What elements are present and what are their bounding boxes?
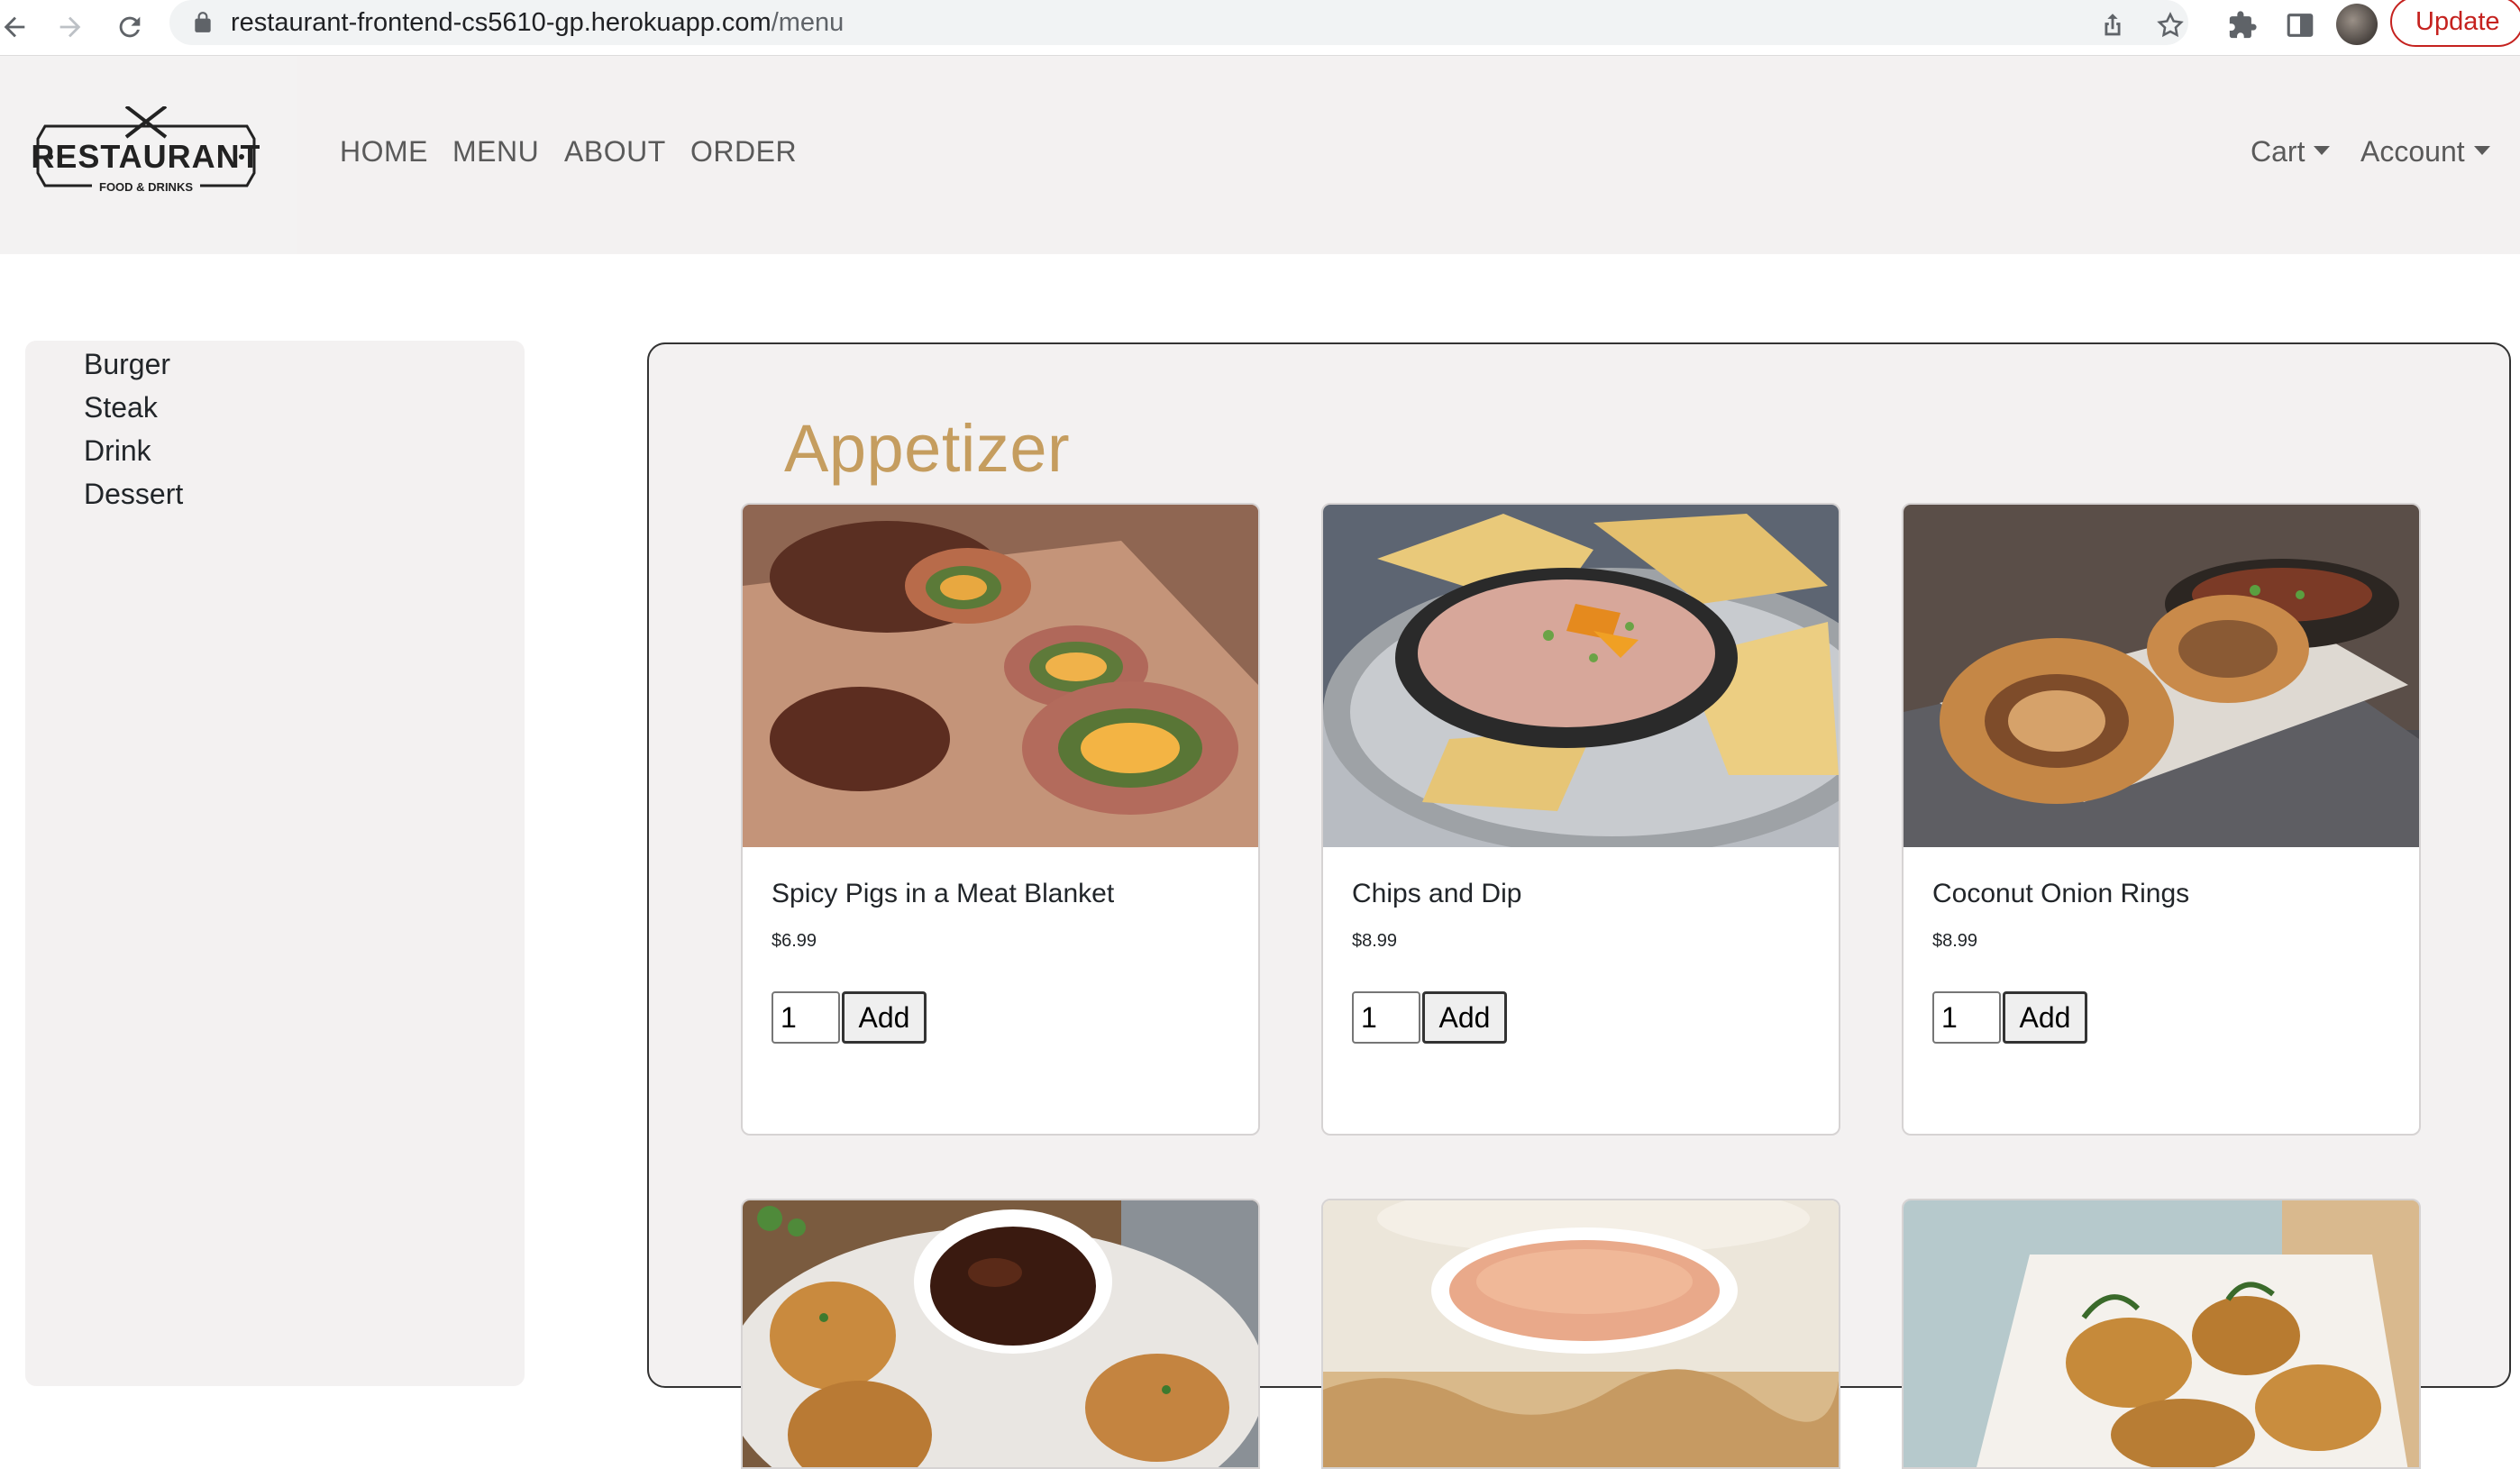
site-navbar: RESTAURANT FOOD & DRINKS HOME MENU ABOUT… <box>0 56 2520 254</box>
item-price: $8.99 <box>1352 931 1398 951</box>
item-name: Chips and Dip <box>1352 879 1522 908</box>
menu-card: Chips and Dip $8.99 Add <box>1321 503 1840 1136</box>
food-image-fritters-bbq <box>743 1200 1258 1467</box>
section-title: Appetizer <box>784 411 1071 486</box>
quantity-input[interactable] <box>772 991 840 1044</box>
forward-arrow-icon[interactable] <box>49 5 92 49</box>
update-button[interactable]: Update <box>2390 0 2520 47</box>
cart-label: Cart <box>2251 135 2305 168</box>
account-dropdown[interactable]: Account <box>2360 133 2490 169</box>
sidebar-item-steak[interactable]: Steak <box>84 389 158 425</box>
share-icon[interactable] <box>2093 5 2132 45</box>
logo-text: RESTAURANT <box>32 138 260 175</box>
quantity-input[interactable] <box>1932 991 2001 1044</box>
profile-avatar[interactable] <box>2336 4 2378 45</box>
menu-panel: Appetizer Spicy Pigs in a Meat Blanket $… <box>647 342 2511 1469</box>
extensions-puzzle-icon[interactable] <box>2223 5 2262 45</box>
browser-toolbar: restaurant-frontend-cs5610-gp.herokuapp.… <box>0 0 2520 56</box>
add-button[interactable]: Add <box>1422 991 1507 1044</box>
item-name: Coconut Onion Rings <box>1932 879 2190 908</box>
nav-link-about[interactable]: ABOUT <box>564 133 666 169</box>
nav-link-menu[interactable]: MENU <box>452 133 539 169</box>
cart-dropdown[interactable]: Cart <box>2251 133 2331 169</box>
item-price: $8.99 <box>1932 931 1978 951</box>
lock-icon <box>195 12 211 32</box>
bookmark-star-icon[interactable] <box>2150 5 2190 45</box>
food-image-fried-peppers <box>1904 1200 2419 1467</box>
logo-subtext: FOOD & DRINKS <box>99 180 193 194</box>
url-host: restaurant-frontend-cs5610-gp.herokuapp.… <box>231 8 772 37</box>
add-button[interactable]: Add <box>2003 991 2087 1044</box>
food-image-chips-dip <box>1323 505 1839 847</box>
nav-link-home[interactable]: HOME <box>340 133 428 169</box>
chevron-down-icon <box>2314 145 2331 155</box>
chevron-down-icon <box>2473 145 2490 155</box>
food-image-onion-rings <box>1904 505 2419 847</box>
item-name: Spicy Pigs in a Meat Blanket <box>772 879 1115 908</box>
reload-icon[interactable] <box>108 5 151 49</box>
nav-link-order[interactable]: ORDER <box>690 133 797 169</box>
sidebar-item-dessert[interactable]: Dessert <box>84 476 183 512</box>
menu-card: Spicy Pigs in a Meat Blanket $6.99 Add <box>741 503 1260 1136</box>
quantity-input[interactable] <box>1352 991 1420 1044</box>
add-button[interactable]: Add <box>842 991 927 1044</box>
menu-card-partial <box>1902 1199 2421 1469</box>
address-bar[interactable]: restaurant-frontend-cs5610-gp.herokuapp.… <box>169 0 2188 45</box>
item-price: $6.99 <box>772 931 817 951</box>
logo[interactable]: RESTAURANT FOOD & DRINKS <box>0 56 297 254</box>
food-image-dipping-sauce <box>1323 1200 1839 1467</box>
category-sidebar: Burger Steak Drink Dessert <box>25 341 525 1386</box>
sidebar-item-drink[interactable]: Drink <box>84 433 151 469</box>
menu-card: Coconut Onion Rings $8.99 Add <box>1902 503 2421 1136</box>
back-arrow-icon[interactable] <box>0 5 36 49</box>
food-image-spicy-pigs <box>743 505 1258 847</box>
sidebar-item-burger[interactable]: Burger <box>84 346 170 382</box>
side-panel-icon[interactable] <box>2280 5 2320 45</box>
menu-card-partial <box>1321 1199 1840 1469</box>
account-label: Account <box>2360 135 2465 168</box>
url-text: restaurant-frontend-cs5610-gp.herokuapp.… <box>231 7 844 38</box>
restaurant-logo: RESTAURANT FOOD & DRINKS <box>32 106 260 194</box>
url-path: /menu <box>771 8 845 37</box>
menu-card-partial <box>741 1199 1260 1469</box>
